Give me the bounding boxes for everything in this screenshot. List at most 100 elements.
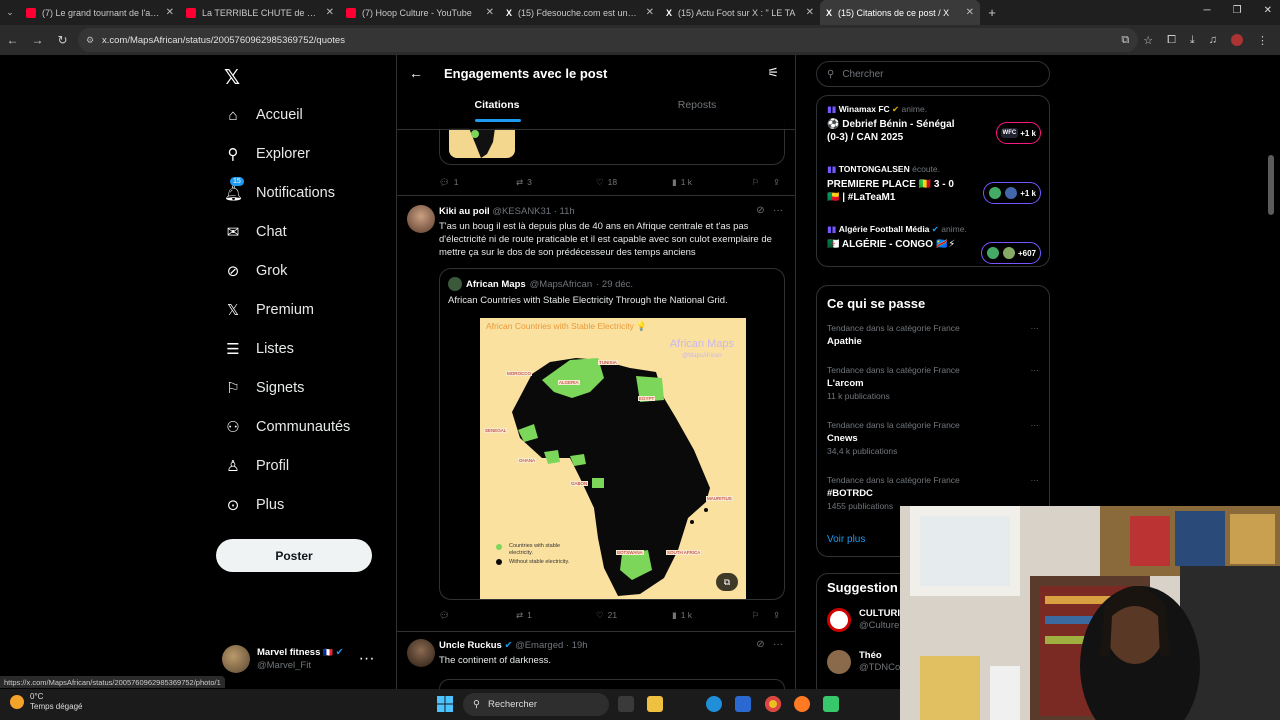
more-icon[interactable]: ··· <box>773 205 783 216</box>
close-tab-icon[interactable]: ✕ <box>646 7 654 18</box>
reply-button[interactable]: 💬︎ <box>439 610 454 621</box>
share-button[interactable]: ⇪ <box>773 610 780 621</box>
back-arrow-icon[interactable]: ← <box>409 65 423 81</box>
close-tab-icon[interactable]: ✕ <box>966 7 974 18</box>
avatar[interactable] <box>407 639 435 667</box>
author-handle[interactable]: @KESANK31 <box>492 206 551 217</box>
profile-avatar-icon[interactable] <box>1231 34 1243 46</box>
trend-item[interactable]: Tendance dans la catégorie France L'arcom… <box>827 364 1041 403</box>
trend-item[interactable]: Tendance dans la catégorie France Apathie… <box>827 322 1041 348</box>
browser-tab-3[interactable]: (7) Hoop Culture - YouTube ✕ <box>340 0 500 25</box>
quoted-post[interactable] <box>439 679 785 689</box>
image-gallery-icon[interactable]: ⧉ <box>716 573 738 591</box>
browser-tab-1[interactable]: (7) Le grand tournant de l'anim ✕ <box>20 0 180 25</box>
extensions-icon[interactable]: ⧠ <box>1167 34 1176 47</box>
suggestion-item[interactable]: Théo @TDNCo <box>827 650 900 674</box>
author-name[interactable]: Uncle Ruckus <box>439 640 502 651</box>
media-icon[interactable]: ♫ <box>1209 34 1217 46</box>
space-item[interactable]: ▮▮ Algérie Football Média ✔ anime. 🇩🇿 AL… <box>827 224 1043 264</box>
author-name[interactable]: Kiki au poil <box>439 206 490 217</box>
store-icon[interactable] <box>735 696 751 712</box>
file-explorer-icon[interactable] <box>647 696 663 712</box>
task-view-icon[interactable] <box>618 696 634 712</box>
reload-icon[interactable]: ↻ <box>50 33 75 47</box>
trend-item[interactable]: Tendance dans la catégorie France Cnews 34… <box>827 419 1041 458</box>
close-tab-icon[interactable]: ✕ <box>326 7 334 18</box>
views-button[interactable]: ▮ 1 k <box>672 177 692 188</box>
space-item[interactable]: ▮▮ TONTONGALSEN écoute. PREMIERE PLACE 🇲… <box>827 164 1043 204</box>
close-tab-icon[interactable]: ✕ <box>806 7 814 18</box>
scrollbar-thumb[interactable] <box>1268 155 1274 215</box>
more-icon[interactable]: ··· <box>1031 419 1040 432</box>
nav-item-accueil[interactable]: ⌂ Accueil <box>224 103 302 127</box>
account-switcher[interactable]: Marvel fitness 🇫🇷 ✔ @Marvel_Fit ··· <box>222 641 392 677</box>
africa-electricity-map-image[interactable]: African Countries with Stable Electricit… <box>480 318 746 599</box>
views-button[interactable]: ▮ 1 k <box>672 610 692 621</box>
firefox-icon[interactable] <box>794 696 810 712</box>
suggestion-item[interactable]: CULTURI @Culture <box>827 608 900 632</box>
nav-item-listes[interactable]: ☰ Listes <box>224 337 294 361</box>
voir-plus-link[interactable]: Voir plus <box>827 534 865 545</box>
menu-kebab-icon[interactable]: ⋮ <box>1257 34 1268 47</box>
install-app-icon[interactable]: ⧉ <box>1121 34 1129 47</box>
space-item[interactable]: ▮▮ Winamax FC ✔ anime. ⚽ Debrief Bénin -… <box>827 104 1043 144</box>
quote-post[interactable]: Kiki au poil @KESANK31 · 11h ⊘ ··· T'as … <box>397 195 795 631</box>
bookmark-button[interactable]: ⚐ <box>752 177 760 188</box>
nav-item-plus[interactable]: ⊙ Plus <box>224 493 285 517</box>
browser-tab-2[interactable]: La TERRIBLE CHUTE de ONE PU✕ <box>180 0 340 25</box>
avatar[interactable] <box>407 205 435 233</box>
grok-icon[interactable]: ⊘ <box>756 639 764 650</box>
nav-item-communautes[interactable]: ⚇ Communautés <box>224 415 350 439</box>
previous-quote-image[interactable] <box>449 128 515 158</box>
nav-item-profil[interactable]: ♙ Profil <box>224 454 289 478</box>
browser-tab-4[interactable]: X (15) Fdesouche.com est une rev ✕ <box>500 0 660 25</box>
repost-button[interactable]: ⇄ 3 <box>516 177 532 188</box>
close-tab-icon[interactable]: ✕ <box>486 7 494 18</box>
post-button[interactable]: Poster <box>216 539 372 572</box>
nav-item-chat[interactable]: ✉ Chat <box>224 220 287 244</box>
nav-item-signets[interactable]: ⚐ Signets <box>224 376 304 400</box>
url-field[interactable]: ⚙ x.com/MapsAfrican/status/2005760962985… <box>78 28 1138 52</box>
restore-icon[interactable]: ❐ <box>1233 5 1242 16</box>
close-tab-icon[interactable]: ✕ <box>166 7 174 18</box>
x-logo-icon[interactable]: 𝕏 <box>224 65 240 90</box>
weather-widget[interactable]: 0°C Temps dégagé <box>10 692 82 712</box>
author-handle[interactable]: @Emarged <box>515 640 563 651</box>
windows-start-icon[interactable] <box>437 696 453 712</box>
chrome-icon[interactable] <box>765 696 781 712</box>
nav-item-grok[interactable]: ⊘ Grok <box>224 259 288 283</box>
more-icon[interactable]: ··· <box>773 639 783 650</box>
app-icon[interactable] <box>823 696 839 712</box>
forward-icon[interactable]: → <box>25 33 50 47</box>
quoted-post[interactable]: African Maps @MapsAfrican · 29 déc. Afri… <box>439 268 785 600</box>
more-icon[interactable]: ··· <box>359 650 375 668</box>
bookmark-star-icon[interactable]: ☆ <box>1143 34 1153 47</box>
more-icon[interactable]: ··· <box>1031 364 1040 377</box>
browser-tab-6[interactable]: X (15) Citations de ce post / X ✕ <box>820 0 980 25</box>
new-tab-icon[interactable]: + <box>980 5 1004 20</box>
filter-icon[interactable]: ⚟ <box>767 65 779 81</box>
nav-item-explorer[interactable]: ⚲ Explorer <box>224 142 311 166</box>
taskbar-search[interactable]: ⚲ Rechercher <box>463 693 609 716</box>
nav-item-premium[interactable]: 𝕏 Premium <box>224 298 314 322</box>
like-button[interactable]: ♡ 21 <box>596 610 617 621</box>
nav-item-notifications[interactable]: 🔔︎ 15 Notifications <box>224 177 335 205</box>
share-button[interactable]: ⇪ <box>773 177 780 188</box>
search-input[interactable]: ⚲ Chercher <box>816 61 1050 87</box>
post-time[interactable]: · 19h <box>566 640 588 651</box>
browser-tab-5[interactable]: X (15) Actu Foot sur X : " LE TA ✕ <box>660 0 820 25</box>
more-icon[interactable]: ··· <box>1031 322 1040 335</box>
post-time[interactable]: · 11h <box>554 206 575 217</box>
site-info-icon[interactable]: ⚙ <box>86 35 94 46</box>
tab-citations[interactable]: Citations <box>397 99 597 122</box>
quote-post[interactable]: Uncle Ruckus ✔ @Emarged · 19h ⊘ ··· The … <box>397 631 795 689</box>
edge-icon[interactable] <box>706 696 722 712</box>
grok-icon[interactable]: ⊘ <box>756 205 764 216</box>
bookmark-button[interactable]: ⚐ <box>752 610 760 621</box>
tab-reposts[interactable]: Reposts <box>597 99 795 111</box>
minimize-icon[interactable]: ─ <box>1204 5 1211 16</box>
back-icon[interactable]: ← <box>0 33 25 47</box>
reply-button[interactable]: 💬︎ 1 <box>439 177 459 188</box>
more-icon[interactable]: ··· <box>1031 474 1040 487</box>
like-button[interactable]: ♡ 18 <box>596 177 617 188</box>
